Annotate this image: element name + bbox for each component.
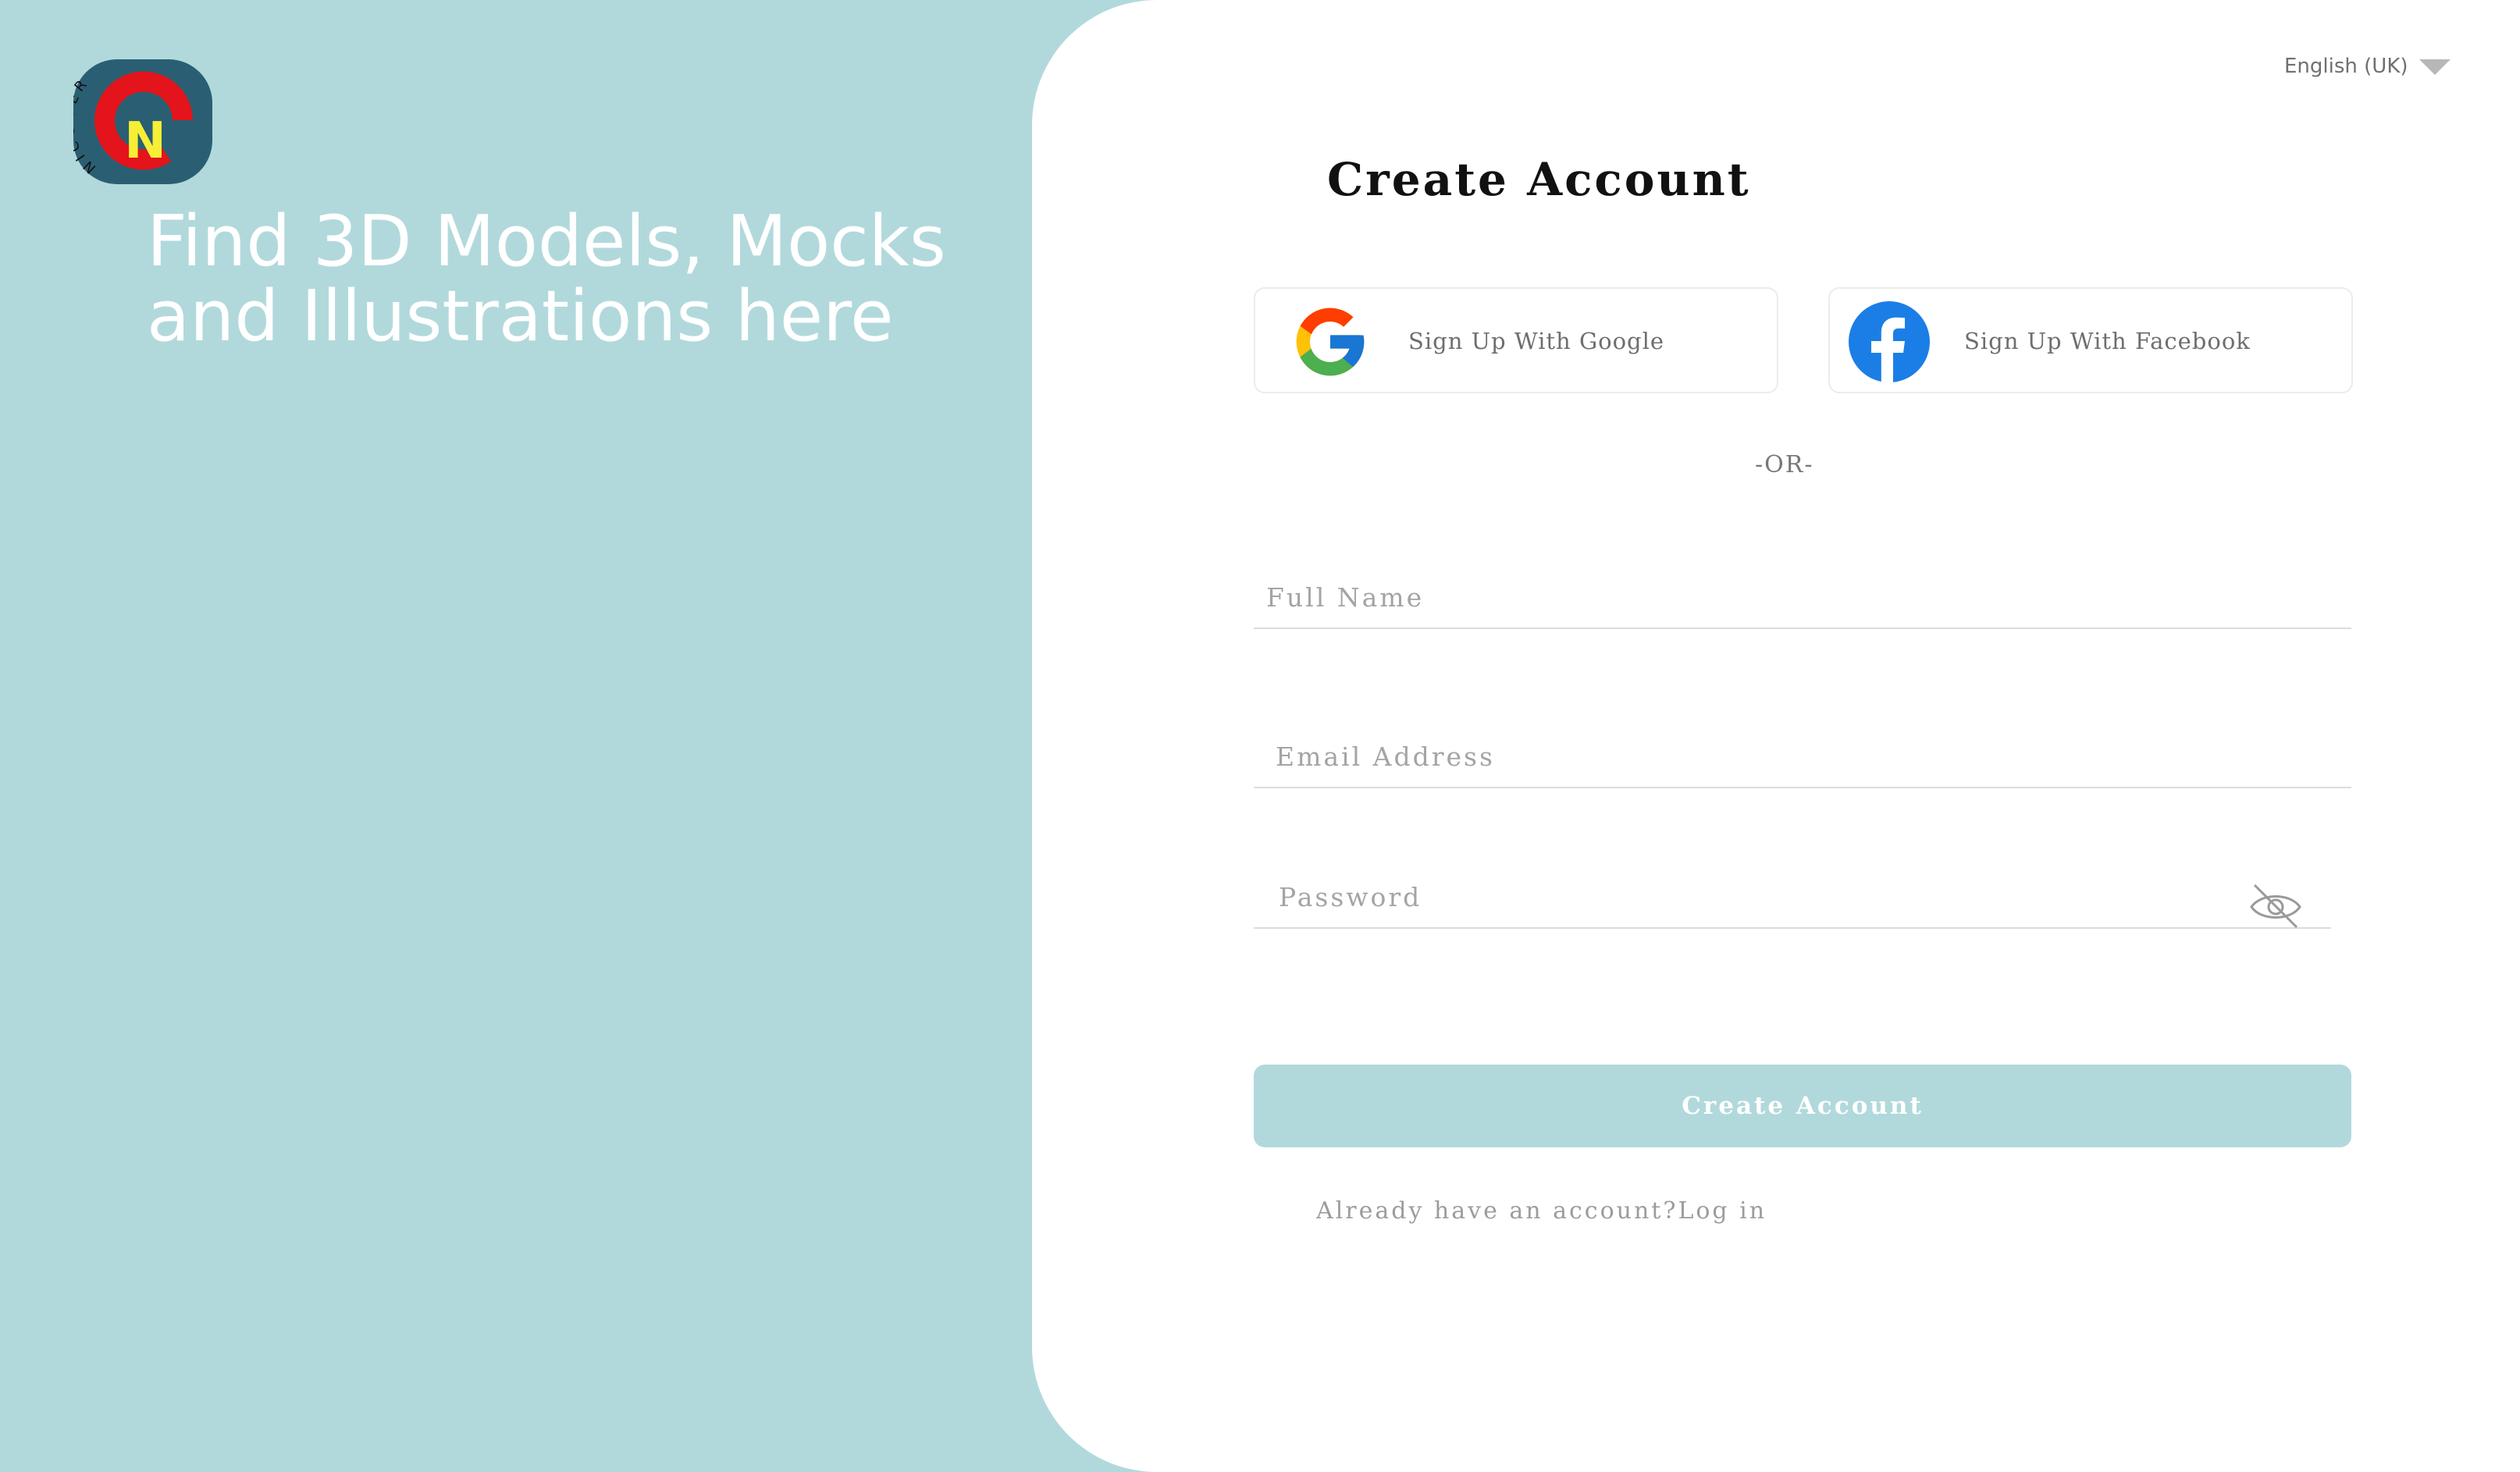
language-selector[interactable]: English (UK) xyxy=(2284,55,2451,78)
login-prompt-text: Already have an account? xyxy=(1316,1197,1678,1225)
login-prompt: Already have an account?Log in xyxy=(1316,1197,1767,1225)
google-icon xyxy=(1296,308,1365,376)
login-link[interactable]: Log in xyxy=(1678,1197,1767,1225)
google-signup-label: Sign Up With Google xyxy=(1408,328,1665,354)
chevron-down-icon xyxy=(2419,59,2451,75)
google-signup-button[interactable]: Sign Up With Google xyxy=(1254,287,1778,393)
password-field[interactable] xyxy=(1254,874,2331,929)
facebook-signup-label: Sign Up With Facebook xyxy=(1964,328,2251,354)
language-label: English (UK) xyxy=(2284,55,2408,78)
email-field[interactable] xyxy=(1254,734,2351,788)
create-account-button[interactable]: Create Account xyxy=(1254,1065,2351,1147)
left-hero-panel: N NICODER Find 3D Models, Mocks and Illu… xyxy=(0,0,1046,1472)
eye-off-icon[interactable] xyxy=(2248,882,2303,930)
or-divider: -OR- xyxy=(1755,451,1814,478)
full-name-field[interactable] xyxy=(1254,574,2351,629)
nicoder-logo[interactable]: N NICODER xyxy=(73,59,212,184)
facebook-signup-button[interactable]: Sign Up With Facebook xyxy=(1828,287,2353,393)
page-title: Create Account xyxy=(1327,153,1751,206)
nicoder-logo-icon: N NICODER xyxy=(73,71,193,176)
facebook-icon xyxy=(1849,301,1930,382)
hero-tagline: Find 3D Models, Mocks and Illustrations … xyxy=(147,201,946,357)
logo-letter: N xyxy=(124,112,166,170)
